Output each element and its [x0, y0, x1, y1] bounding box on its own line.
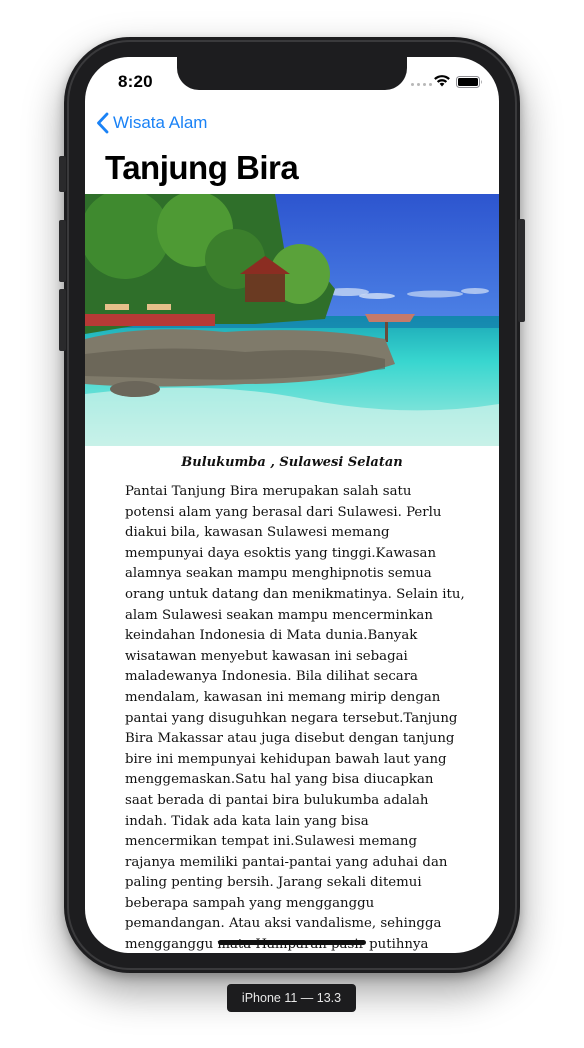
signal-icon — [411, 83, 432, 86]
silent-switch — [59, 156, 66, 192]
back-button-label: Wisata Alam — [113, 113, 208, 132]
home-indicator[interactable] — [218, 940, 366, 945]
chevron-left-icon — [97, 112, 109, 134]
power-button — [518, 219, 525, 322]
wifi-icon — [433, 74, 451, 92]
page-title: Tanjung Bira — [105, 149, 299, 186]
battery-icon — [456, 75, 483, 93]
back-button[interactable]: Wisata Alam — [96, 112, 207, 134]
simulator-device-label: iPhone 11 — 13.3 — [227, 984, 356, 1012]
volume-down-button — [59, 289, 66, 351]
beach-photo — [85, 194, 499, 446]
status-time: 8:20 — [118, 72, 153, 91]
volume-up-button — [59, 220, 66, 282]
screen: 8:20 Wisata Alam Tanjung Bira Bulukumba … — [85, 57, 499, 953]
article-body: Pantai Tanjung Bira merupakan salah satu… — [125, 484, 465, 953]
photo-caption: Bulukumba , Sulawesi Selatan — [181, 455, 403, 470]
notch — [177, 57, 407, 90]
